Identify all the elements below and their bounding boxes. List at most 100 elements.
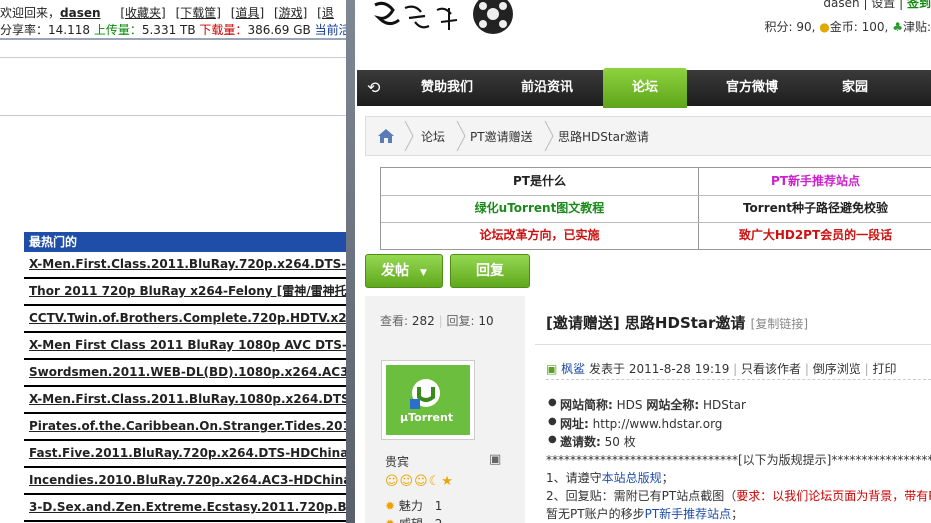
rule-2-requirement: 要求：以我们论坛页面为背景，带有P: [736, 489, 931, 503]
avatar-caption: µTorrent: [400, 411, 454, 424]
bullet-icon: ●: [548, 416, 557, 427]
rule-3-link[interactable]: PT新手推荐站点: [645, 507, 732, 521]
hot-row[interactable]: X-Men.First.Class.2011.BluRay.1080p.x264…: [24, 387, 352, 414]
copy-link-button[interactable]: [复制链接]: [751, 317, 808, 331]
post-author[interactable]: 枫鲨: [561, 362, 585, 376]
link-pt-newbie-sites[interactable]: PT新手推荐站点: [699, 168, 931, 195]
share-ratio-label: 分享率：: [0, 23, 49, 37]
prestige-stat: ✹ 威望 2: [385, 515, 442, 523]
main-nav: ⟲ 赞助我们 前沿资讯 论坛 官方微博 家园: [357, 68, 931, 108]
share-ratio-value: 14.118: [48, 23, 91, 37]
hot-row[interactable]: X-Men First Class 2011 BluRay 1080p AVC …: [24, 333, 352, 360]
hot-row[interactable]: Swordsmen.2011.WEB-DL(BD).1080p.x264.AC3…: [24, 360, 352, 387]
nav-home[interactable]: 家园: [815, 70, 895, 106]
invites-value: 50 枚: [604, 435, 636, 449]
nav-sponsor[interactable]: 赞助我们: [407, 70, 487, 106]
link-forum-reform[interactable]: 论坛改革方向，已实施: [381, 222, 698, 249]
breadcrumb: 论坛 PT邀请赠送 思路HDStar邀请: [365, 116, 931, 156]
medal-icon: ✹: [385, 517, 395, 523]
top-sign-link[interactable]: 签到: [907, 0, 931, 10]
divider-line: [546, 379, 931, 380]
breadcrumb-forum[interactable]: 论坛: [421, 128, 445, 145]
replies-label: 回复:: [446, 314, 475, 328]
utorrent-logo-icon: [410, 379, 440, 409]
site-abbr-label: 网站简称:: [560, 398, 613, 412]
welcome-text: 欢迎回来，: [0, 6, 61, 20]
top-settings-link[interactable]: 设置: [871, 0, 895, 10]
new-post-label: 发帖: [381, 263, 410, 279]
upload-value: 5.331 TB: [141, 23, 196, 37]
top-username[interactable]: dasen: [823, 0, 859, 10]
online-status-icon: ▣: [546, 362, 558, 376]
views-label: 查看:: [380, 314, 409, 328]
breadcrumb-separator-icon: [544, 121, 554, 151]
charm-stat: ✹ 魅力 1: [385, 497, 442, 514]
divider-line: [0, 57, 352, 58]
allowance-label: 津贴:: [902, 20, 931, 34]
menu-games[interactable]: [游戏]: [274, 6, 307, 20]
nav-forum[interactable]: 论坛: [603, 68, 687, 108]
only-author-link[interactable]: 只看该作者: [741, 362, 801, 376]
hot-row[interactable]: CCTV.Twin.of.Brothers.Complete.720p.HDTV…: [24, 306, 352, 333]
score-value: 90: [796, 20, 812, 34]
right-window: dasen | 设置 | 签到 积分: 90, ●金币: 100, ♣津贴: ⟲…: [355, 0, 931, 523]
divider-line: [535, 344, 931, 345]
reply-button[interactable]: 回复: [450, 254, 530, 288]
invites-field: 邀请数: 50 枚: [560, 433, 636, 450]
hot-row[interactable]: Incendies.2010.BluRay.720p.x264.AC3-HDCh…: [24, 468, 352, 495]
home-icon[interactable]: [376, 126, 396, 146]
print-link[interactable]: 打印: [872, 362, 896, 376]
site-full-value: HDStar: [703, 398, 746, 412]
profile-card-icon[interactable]: ▣: [489, 452, 501, 467]
post-title-text: [邀请赠送] 思路HDStar邀请: [546, 314, 746, 332]
avatar[interactable]: µTorrent: [381, 360, 475, 440]
rule-1-link[interactable]: 本站总版规: [602, 471, 662, 485]
link-torrent-path[interactable]: Torrent种子路径避免校验: [699, 195, 931, 222]
url-value[interactable]: http://www.hdstar.org: [593, 417, 723, 431]
divider-line: [0, 115, 352, 116]
window-divider: [346, 0, 355, 523]
rule-2-text: 2、回复贴：需附已有PT站点截图（: [546, 489, 737, 503]
download-value: 386.69 GB: [247, 23, 311, 37]
menu-favorites[interactable]: [收藏夹]: [120, 6, 165, 20]
bullet-icon: ●: [548, 434, 557, 445]
download-label: 下载量：: [199, 23, 248, 37]
user-stats: 积分: 90, ●金币: 100, ♣津贴:: [764, 20, 931, 34]
breadcrumb-separator-icon: [404, 121, 414, 151]
hot-row[interactable]: 3-D.Sex.and.Zen.Extreme.Ecstasy.2011.720…: [24, 495, 352, 522]
back-arrow-icon[interactable]: ⟲: [367, 80, 385, 96]
hot-row[interactable]: Thor 2011 720p BluRay x264-Felony [雷神/雷神…: [24, 279, 352, 306]
rule-1: 1、请遵守本站总版规；: [546, 469, 674, 486]
menu-logout[interactable]: [退: [317, 6, 334, 20]
post-date: 发表于 2011-8-28 19:19: [589, 362, 730, 376]
post-meta: ▣ 枫鲨 发表于 2011-8-28 19:19 | 只看该作者 | 倒序浏览 …: [546, 362, 897, 376]
username-link[interactable]: dasen: [60, 6, 101, 20]
rule-3: 暂无PT账户的移步PT新手推荐站点；: [546, 505, 743, 522]
site-name-field: 网站简称: HDS 网站全称: HDStar: [560, 396, 746, 413]
site-header: dasen | 设置 | 签到 积分: 90, ●金币: 100, ♣津贴:: [355, 0, 931, 70]
nav-news[interactable]: 前沿资讯: [507, 70, 587, 106]
hot-row[interactable]: X-Men.First.Class.2011.BluRay.720p.x264.…: [24, 252, 352, 279]
hot-row[interactable]: Fast.Five.2011.BluRay.720p.x264.DTS-HDCh…: [24, 441, 352, 468]
rule-3-end: ；: [731, 507, 744, 521]
charm-label: 魅力: [398, 499, 423, 513]
top-user-links: dasen | 设置 | 签到: [823, 0, 931, 11]
site-full-label: 网站全称:: [646, 398, 700, 412]
menu-items[interactable]: [道具]: [231, 6, 264, 20]
divider-line: [0, 38, 352, 40]
nav-weibo[interactable]: 官方微博: [712, 70, 792, 106]
link-utorrent-tutorial[interactable]: 绿化uTorrent图文教程: [381, 195, 698, 222]
hot-row[interactable]: Pirates.of.the.Caribbean.On.Stranger.Tid…: [24, 414, 352, 441]
menu-download-basket[interactable]: [下载筐]: [176, 6, 221, 20]
score-label: 积分:: [764, 20, 793, 34]
left-window: 欢迎回来，dasen [收藏夹] [下载筐] [道具] [游戏] [退 分享率：…: [0, 0, 352, 523]
link-hd2pt-letter[interactable]: 致广大HD2PT会员的一段话: [699, 222, 931, 249]
breadcrumb-section[interactable]: PT邀请赠送: [470, 128, 533, 145]
chevron-down-icon: ▼: [419, 268, 427, 278]
utorrent-avatar-image: µTorrent: [386, 365, 470, 435]
prestige-value: 2: [435, 517, 443, 523]
link-what-is-pt[interactable]: PT是什么: [381, 168, 698, 195]
new-post-button[interactable]: 发帖 ▼: [365, 254, 443, 288]
reverse-order-link[interactable]: 倒序浏览: [813, 362, 861, 376]
gold-value: 100: [861, 20, 885, 34]
